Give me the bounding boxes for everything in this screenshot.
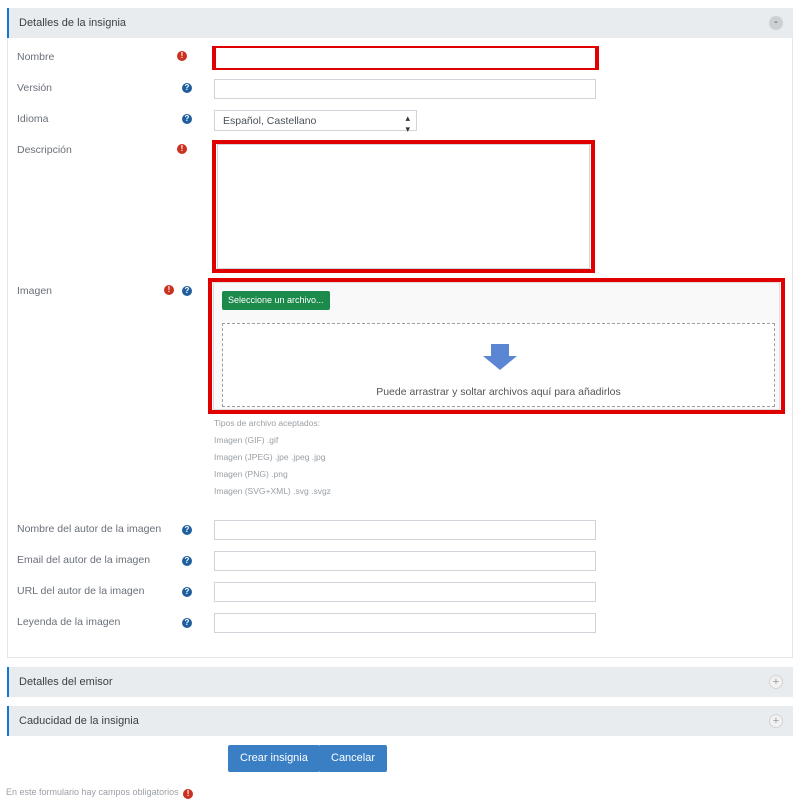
select-arrows-icon: ▴ ▾ bbox=[405, 113, 410, 134]
image-caption-input[interactable] bbox=[214, 613, 596, 633]
language-select[interactable]: Español, Castellano ▴ ▾ bbox=[214, 110, 417, 134]
language-label: Idioma bbox=[17, 113, 49, 125]
collapse-icon[interactable]: - bbox=[769, 16, 783, 30]
expiry-header[interactable]: Caducidad de la insignia + bbox=[7, 706, 793, 736]
description-label: Descripción bbox=[17, 144, 72, 156]
help-icon[interactable]: ? bbox=[182, 114, 192, 124]
badge-details-title: Detalles de la insignia bbox=[19, 17, 127, 29]
accepted-type-item: Imagen (GIF) .gif bbox=[214, 435, 279, 445]
choose-file-button[interactable]: Seleccione un archivo... bbox=[222, 291, 330, 310]
expand-icon[interactable]: + bbox=[769, 675, 783, 689]
version-label: Versión bbox=[17, 82, 53, 94]
description-textarea[interactable] bbox=[217, 144, 590, 269]
name-label: Nombre bbox=[17, 51, 55, 63]
image-author-url-input[interactable] bbox=[214, 582, 596, 602]
accepted-type-item: Imagen (SVG+XML) .svg .svgz bbox=[214, 486, 331, 496]
accepted-type-item: Imagen (PNG) .png bbox=[214, 469, 288, 479]
badge-details-header[interactable]: Detalles de la insignia - bbox=[7, 8, 793, 38]
required-icon: ! bbox=[177, 144, 187, 154]
download-arrow-icon bbox=[491, 344, 509, 356]
help-icon[interactable]: ? bbox=[182, 618, 192, 628]
image-author-url-label: URL del autor de la imagen bbox=[17, 585, 145, 597]
required-icon: ! bbox=[164, 285, 174, 295]
cancel-button[interactable]: Cancelar bbox=[319, 745, 388, 772]
image-author-email-input[interactable] bbox=[214, 551, 596, 571]
accepted-types-title: Tipos de archivo aceptados: bbox=[214, 418, 320, 428]
expand-icon[interactable]: + bbox=[769, 714, 783, 728]
required-fields-text: En este formulario hay campos obligatori… bbox=[6, 787, 179, 797]
help-icon[interactable]: ? bbox=[182, 83, 192, 93]
create-badge-button[interactable]: Crear insignia bbox=[228, 745, 320, 772]
issuer-details-title: Detalles del emisor bbox=[19, 676, 113, 688]
required-icon: ! bbox=[183, 789, 194, 799]
help-icon[interactable]: ? bbox=[182, 525, 192, 535]
file-picker: Seleccione un archivo... Puede arrastrar… bbox=[213, 282, 780, 410]
help-icon[interactable]: ? bbox=[182, 556, 192, 566]
help-icon[interactable]: ? bbox=[182, 587, 192, 597]
language-selected-value: Español, Castellano bbox=[223, 115, 317, 127]
name-input[interactable] bbox=[216, 48, 595, 68]
issuer-details-header[interactable]: Detalles del emisor + bbox=[7, 667, 793, 697]
image-author-name-input[interactable] bbox=[214, 520, 596, 540]
file-drop-zone[interactable]: Puede arrastrar y soltar archivos aquí p… bbox=[222, 323, 775, 407]
expiry-title: Caducidad de la insignia bbox=[19, 715, 139, 727]
image-label: Imagen bbox=[17, 285, 53, 297]
image-caption-label: Leyenda de la imagen bbox=[17, 616, 121, 628]
image-author-email-label: Email del autor de la imagen bbox=[17, 554, 151, 566]
help-icon[interactable]: ? bbox=[182, 286, 192, 296]
image-author-name-label: Nombre del autor de la imagen bbox=[17, 523, 162, 535]
version-input[interactable] bbox=[214, 79, 596, 99]
required-icon: ! bbox=[177, 51, 187, 61]
accepted-type-item: Imagen (JPEG) .jpe .jpeg .jpg bbox=[214, 452, 326, 462]
drop-zone-text: Puede arrastrar y soltar archivos aquí p… bbox=[376, 386, 621, 398]
required-fields-note: En este formulario hay campos obligatori… bbox=[6, 787, 194, 799]
download-arrow-icon-head bbox=[483, 356, 517, 370]
